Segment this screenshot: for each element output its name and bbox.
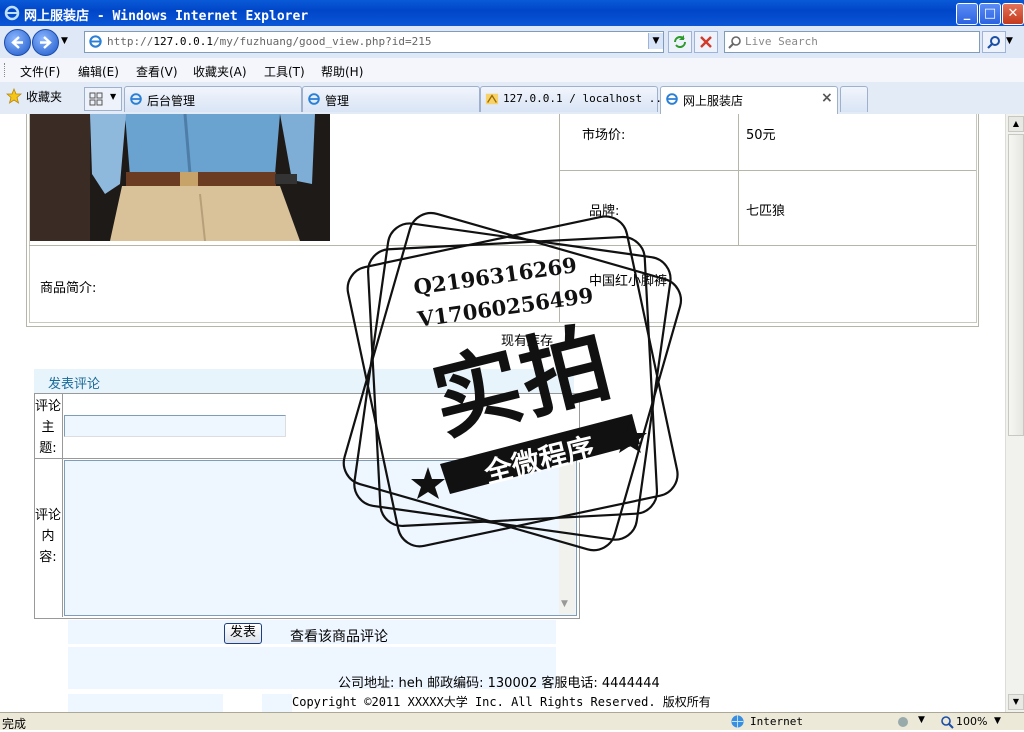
address-url: http://127.0.0.1/my/fuzhuang/good_view.p…	[107, 35, 432, 48]
protected-mode-dropdown-icon[interactable]: ▼	[918, 715, 925, 725]
zoom-dropdown-icon[interactable]: ▼	[994, 716, 1001, 726]
menu-help[interactable]: 帮助(H)	[321, 63, 363, 80]
tab-clothing-store[interactable]: 网上服装店 ×	[660, 86, 838, 114]
protected-mode-icon[interactable]	[896, 715, 910, 729]
tab-label: 管理	[325, 94, 350, 108]
globe-icon	[731, 715, 744, 728]
ie-page-icon	[308, 93, 320, 105]
status-zone: Internet	[750, 715, 803, 728]
arrow-left-icon	[11, 36, 23, 49]
phpmyadmin-icon	[485, 93, 499, 105]
divider	[62, 393, 63, 617]
divider	[559, 170, 976, 171]
quick-tabs-button[interactable]: ▼	[84, 87, 122, 111]
menu-view[interactable]: 查看(V)	[136, 63, 178, 80]
brand-value: 七匹狼	[746, 204, 786, 219]
arrow-right-icon	[40, 36, 52, 49]
scroll-thumb[interactable]	[1008, 134, 1024, 436]
tab-close-icon[interactable]: ×	[821, 90, 833, 106]
address-dropdown-icon[interactable]: ▼	[648, 33, 663, 49]
footer-band	[262, 694, 292, 712]
subject-label: 评论主题:	[35, 399, 62, 456]
tab-manage[interactable]: 管理	[302, 86, 480, 112]
comment-form-title: 发表评论	[48, 377, 101, 392]
scroll-down-icon[interactable]: ▼	[1008, 694, 1024, 710]
status-text: 完成	[2, 717, 27, 731]
quick-tabs-grid-icon	[89, 92, 103, 106]
tab-bar: 收藏夹 ▼ 后台管理 管理 127.0.0.1 / localhost ... …	[0, 82, 1024, 115]
divider	[738, 114, 739, 245]
address-field[interactable]: http://127.0.0.1/my/fuzhuang/good_view.p…	[84, 31, 664, 53]
menu-grip	[4, 63, 7, 77]
product-photo-illustration	[30, 114, 330, 241]
menu-edit[interactable]: 编辑(E)	[78, 63, 119, 80]
footer-copyright: Copyright ©2011 XXXXX大学 Inc. All Rights …	[292, 695, 711, 709]
status-bar: 完成 Internet ▼ 100% ▼	[0, 712, 1024, 731]
tab-phpmyadmin[interactable]: 127.0.0.1 / localhost ...	[480, 86, 669, 112]
menu-tools[interactable]: 工具(T)	[264, 63, 305, 80]
search-icon	[728, 36, 741, 49]
page-content: 市场价: 50元 品牌: 七匹狼 商品简介: 中国红小脚裤 现有库存 发表评论 …	[0, 114, 1005, 712]
favorites-label: 收藏夹	[26, 90, 63, 104]
minimize-button[interactable]: _	[956, 3, 978, 25]
forward-button[interactable]	[32, 29, 59, 56]
live-search-input[interactable]: Live Search	[724, 31, 980, 53]
tab-label: 127.0.0.1 / localhost ...	[503, 92, 669, 105]
search-go-button[interactable]	[982, 31, 1006, 53]
tab-admin[interactable]: 后台管理	[124, 86, 302, 112]
footer-band	[68, 694, 223, 712]
market-price-label: 市场价:	[582, 128, 626, 143]
ie-page-icon	[130, 93, 142, 105]
tab-label: 后台管理	[147, 94, 196, 108]
search-options-icon[interactable]: ▼	[1006, 36, 1013, 46]
search-placeholder: Live Search	[745, 35, 818, 48]
refresh-icon	[674, 35, 686, 48]
stop-icon	[700, 36, 712, 48]
navigation-toolbar: ▼ http://127.0.0.1/my/fuzhuang/good_view…	[0, 26, 1024, 59]
ie-logo-icon	[4, 5, 20, 21]
new-tab-button[interactable]	[840, 86, 868, 112]
back-button[interactable]	[4, 29, 31, 56]
watermark-stamp: Q2196316269 V17060256499 实拍 全微程序	[340, 209, 685, 554]
footer-address: 公司地址: heh 邮政编码: 130002 客服电话: 4444444	[338, 676, 660, 691]
product-image	[30, 114, 330, 241]
market-price-value: 50元	[746, 128, 776, 143]
tab-label: 网上服装店	[683, 94, 744, 108]
star-icon	[6, 88, 22, 104]
intro-label: 商品简介:	[40, 281, 97, 296]
ie-page-icon	[666, 93, 678, 105]
view-comments-link[interactable]: 查看该商品评论	[290, 626, 388, 646]
maximize-button[interactable]: □	[979, 3, 1001, 25]
submit-button[interactable]: 发表	[224, 623, 262, 644]
magnifier-icon	[987, 36, 1000, 49]
refresh-button[interactable]	[668, 31, 692, 53]
menu-favorites[interactable]: 收藏夹(A)	[193, 63, 247, 80]
menu-bar: 文件(F) 编辑(E) 查看(V) 收藏夹(A) 工具(T) 帮助(H)	[0, 58, 1024, 83]
window-title: 网上服装店 - Windows Internet Explorer	[24, 9, 309, 24]
scroll-down-icon[interactable]: ▼	[561, 599, 568, 609]
menu-file[interactable]: 文件(F)	[20, 63, 60, 80]
page-ie-icon	[89, 35, 102, 48]
history-dropdown-icon[interactable]: ▼	[61, 36, 68, 46]
page-scrollbar[interactable]: ▲ ▼	[1005, 114, 1024, 712]
subject-input[interactable]	[64, 415, 286, 437]
title-bar: 网上服装店 - Windows Internet Explorer _ □ ✕	[0, 0, 1024, 26]
tab-list-dropdown-icon[interactable]: ▼	[110, 92, 116, 101]
zoom-level[interactable]: 100%	[956, 715, 987, 728]
close-button[interactable]: ✕	[1002, 3, 1024, 25]
scroll-up-icon[interactable]: ▲	[1008, 116, 1024, 132]
content-label: 评论内容:	[35, 508, 62, 565]
stop-button[interactable]	[694, 31, 718, 53]
zoom-icon	[941, 716, 954, 729]
